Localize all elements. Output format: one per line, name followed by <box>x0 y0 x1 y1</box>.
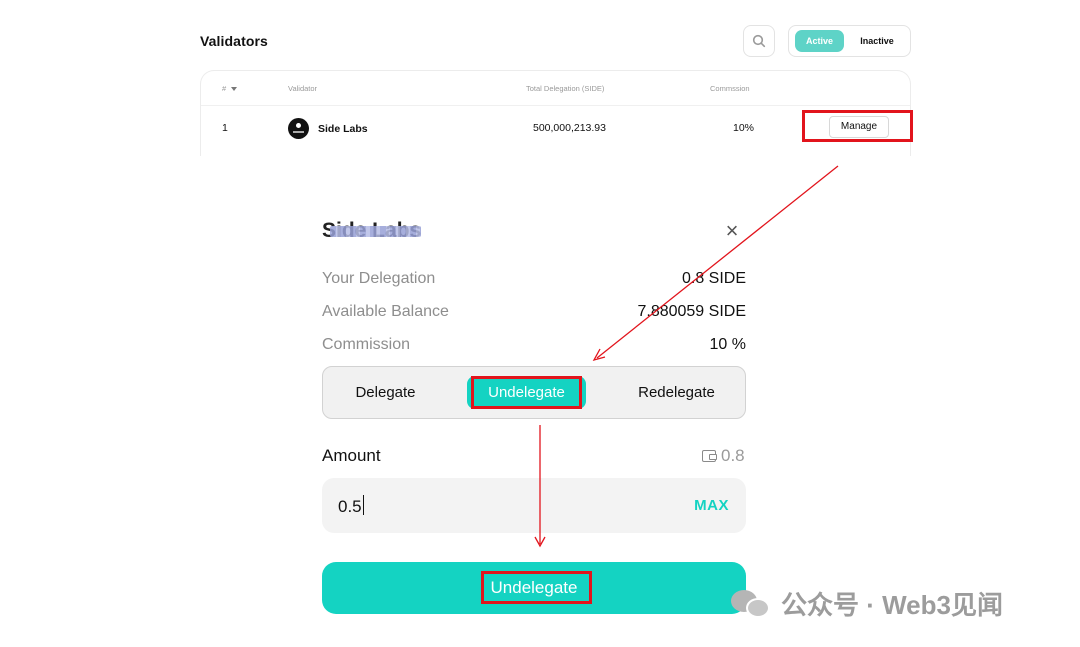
row-rank: 1 <box>222 122 228 134</box>
wallet-icon <box>702 450 717 462</box>
amount-balance-value: 0.8 <box>721 446 745 465</box>
commission-label: Commission <box>322 336 411 353</box>
title-redaction <box>330 226 421 237</box>
amount-input[interactable]: 0.5 MAX <box>322 478 746 533</box>
arrow-head-2 <box>534 536 546 548</box>
row-commission: 10% <box>733 122 755 134</box>
your-delegation-row: Your Delegation 0.8 SIDE <box>322 268 746 290</box>
validator-logo-icon <box>288 118 309 139</box>
your-delegation-label: Your Delegation <box>322 270 436 287</box>
tab-delegate[interactable]: Delegate <box>323 367 448 418</box>
search-button[interactable] <box>743 25 775 57</box>
available-balance-label: Available Balance <box>322 303 449 320</box>
amount-input-value[interactable]: 0.5 <box>338 495 364 517</box>
tab-redelegate[interactable]: Redelegate <box>609 367 744 418</box>
row-total-delegation: 500,000,213.93 <box>533 122 606 134</box>
amount-label: Amount <box>322 446 381 465</box>
arrow-to-undelegate-tab <box>596 165 839 359</box>
validators-title: Validators <box>200 33 268 49</box>
status-filter-toggle: Active Inactive <box>788 25 911 57</box>
validator-column-header: Validator <box>288 84 318 93</box>
sort-down-icon <box>231 86 238 91</box>
max-button[interactable]: MAX <box>694 497 729 514</box>
available-balance-value: 7.880059 SIDE <box>637 303 746 320</box>
undelegate-button-highlight-box <box>481 571 592 604</box>
manage-highlight-box <box>802 110 913 142</box>
rank-header-label: # <box>222 84 227 93</box>
validator-name: Side Labs <box>318 122 368 135</box>
text-caret <box>362 495 364 515</box>
undelegate-tab-highlight-box <box>471 376 582 409</box>
filter-inactive-button[interactable]: Inactive <box>849 30 905 52</box>
filter-active-button[interactable]: Active <box>795 30 844 52</box>
amount-input-text: 0.5 <box>338 497 362 516</box>
rank-column-header[interactable]: # <box>222 84 238 93</box>
validator-cell[interactable]: Side Labs <box>288 118 368 139</box>
watermark: 公众号 · Web3见闻 <box>731 585 1003 622</box>
wechat-icon <box>731 588 773 620</box>
commission-row: Commission 10 % <box>322 334 746 356</box>
commission-column-header: Commssion <box>710 84 750 93</box>
watermark-text: 公众号 · Web3见闻 <box>781 590 1003 620</box>
search-icon <box>752 34 766 48</box>
close-icon[interactable]: × <box>722 220 742 242</box>
amount-balance: 0.8 <box>702 446 745 466</box>
total-delegation-column-header: Total Delegation (SIDE) <box>526 84 605 93</box>
available-balance-row: Available Balance 7.880059 SIDE <box>322 301 746 323</box>
your-delegation-value: 0.8 SIDE <box>681 270 746 287</box>
commission-value: 10 % <box>709 336 746 353</box>
table-header: # Validator Total Delegation (SIDE) Comm… <box>201 71 910 106</box>
